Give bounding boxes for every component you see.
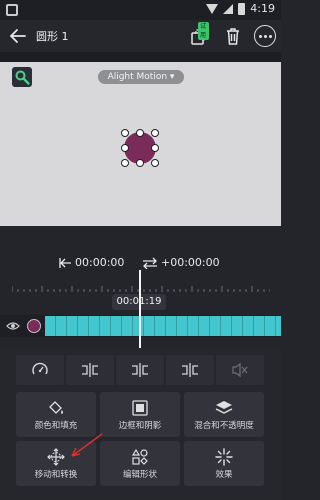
- fill-bucket-icon: [49, 401, 63, 414]
- status-bar: 4:19: [0, 0, 281, 20]
- tool-border-shadow[interactable]: 边框和阴影: [100, 392, 180, 437]
- layer-clip-bar[interactable]: [45, 316, 281, 336]
- tool-move-transform[interactable]: 移动和转换: [16, 441, 96, 486]
- eye-visibility-icon[interactable]: [6, 320, 20, 332]
- status-time: 4:19: [250, 2, 275, 15]
- transform-handle[interactable]: [136, 129, 144, 137]
- border-shadow-icon: [132, 400, 148, 416]
- sparkle-effect-icon: [215, 448, 233, 466]
- time-offset[interactable]: +00:00:00: [142, 256, 220, 269]
- signal-icon: [223, 3, 234, 14]
- playhead-line[interactable]: [139, 270, 141, 348]
- split-center-icon: [132, 363, 148, 377]
- notification-icon: [6, 4, 18, 16]
- trash-icon[interactable]: [224, 26, 242, 46]
- layer-title: 圆形 1: [36, 30, 69, 43]
- mute-icon: [232, 362, 248, 378]
- battery-icon: [238, 2, 246, 15]
- tool-blend-opacity[interactable]: 混合和不透明度: [184, 392, 264, 437]
- watermark-label[interactable]: Alight Motion ▾: [98, 70, 184, 84]
- speed-button[interactable]: [16, 355, 64, 385]
- zoom-button[interactable]: [12, 67, 32, 87]
- tool-grid: 颜色和填充 边框和阴影 混合和不透明度 移动和转换 编辑形状 效果: [16, 392, 264, 486]
- wifi-icon: [206, 3, 219, 14]
- split-left-icon: [82, 363, 98, 377]
- tool-edit-shape[interactable]: 编辑形状: [100, 441, 180, 486]
- transform-handle[interactable]: [121, 159, 129, 167]
- back-arrow-icon[interactable]: [8, 26, 28, 46]
- start-time[interactable]: 00:00:00: [58, 256, 124, 269]
- transform-handle[interactable]: [151, 144, 159, 152]
- canvas-preview[interactable]: Alight Motion ▾: [0, 62, 281, 226]
- move-transform-icon: [47, 448, 65, 466]
- transform-handle[interactable]: [151, 129, 159, 137]
- speed-gauge-icon: [32, 362, 48, 375]
- more-icon[interactable]: [254, 25, 276, 47]
- timeline-ruler[interactable]: [12, 282, 270, 292]
- app-bar: 圆形 1 试用: [0, 20, 281, 52]
- mute-button[interactable]: [216, 355, 264, 385]
- tool-icon-row: [16, 355, 264, 385]
- transform-handle[interactable]: [121, 144, 129, 152]
- split-center-button[interactable]: [116, 355, 164, 385]
- tool-color-fill[interactable]: 颜色和填充: [16, 392, 96, 437]
- trial-badge: 试用: [198, 22, 209, 40]
- magnifier-icon: [15, 70, 30, 85]
- transform-handle[interactable]: [136, 159, 144, 167]
- trial-copy-button[interactable]: 试用: [189, 22, 209, 46]
- transform-handle[interactable]: [151, 159, 159, 167]
- transform-handle[interactable]: [121, 129, 129, 137]
- layer-thumbnail[interactable]: [27, 319, 41, 333]
- layers-icon: [215, 401, 233, 414]
- tools-panel: 颜色和填充 边框和阴影 混合和不透明度 移动和转换 编辑形状 效果: [0, 348, 281, 500]
- jump-to-start-icon: [59, 257, 71, 268]
- tool-effects[interactable]: 效果: [184, 441, 264, 486]
- swap-arrows-icon: [143, 257, 157, 269]
- edit-shape-icon: [131, 448, 148, 465]
- split-right-icon: [182, 363, 198, 377]
- split-left-button[interactable]: [66, 355, 114, 385]
- split-right-button[interactable]: [166, 355, 214, 385]
